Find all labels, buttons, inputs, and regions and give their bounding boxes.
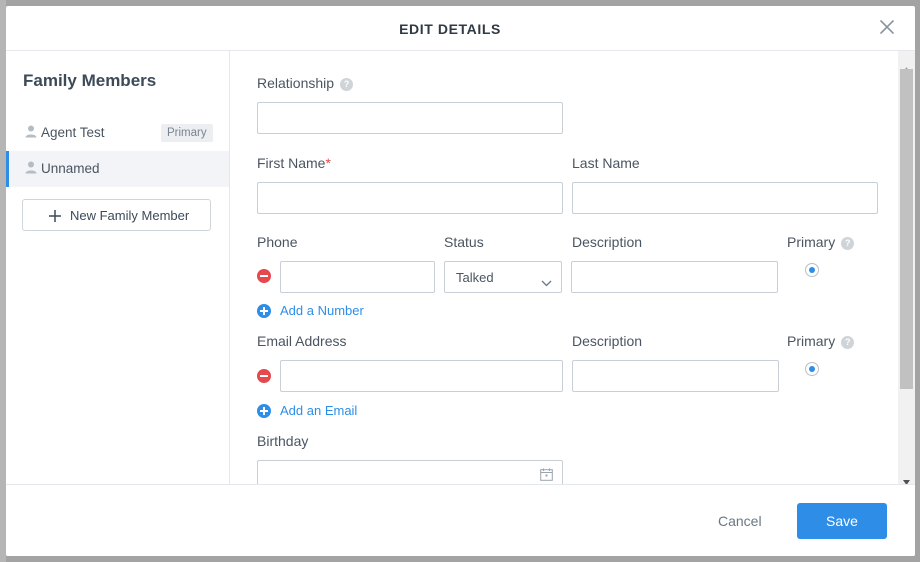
save-button[interactable]: Save [797,503,887,539]
plus-icon [49,209,61,225]
required-mark: * [325,155,331,171]
chevron-down-icon [541,274,552,290]
phone-description-label: Description [572,234,643,250]
first-name-input[interactable] [257,182,563,214]
last-name-label: Last Name [572,155,640,171]
email-label: Email Address [257,333,347,349]
phone-status-select[interactable]: Talked [444,261,562,293]
first-name-label: First Name* [257,155,331,171]
email-primary-label: Primary? [787,333,855,349]
phone-primary-label-text: Primary [787,234,836,250]
email-primary-label-text: Primary [787,333,836,349]
phone-status-label: Status [444,234,484,250]
modal-title: EDIT DETAILS [399,21,501,37]
add-email-icon[interactable] [257,404,271,418]
last-name-input[interactable] [572,182,878,214]
person-icon [25,161,37,174]
birthday-input[interactable] [257,460,563,484]
phone-primary-label: Primary? [787,234,855,250]
phone-input[interactable] [280,261,435,293]
modal-footer: Cancel Save [6,484,915,556]
email-input[interactable] [280,360,563,392]
member-name: Unnamed [41,161,100,176]
email-description-label: Description [572,333,643,349]
first-name-label-text: First Name [257,155,326,171]
remove-phone-icon[interactable] [257,269,271,283]
email-primary-radio[interactable] [805,362,819,376]
birthday-label: Birthday [257,433,309,449]
remove-email-icon[interactable] [257,369,271,383]
primary-badge: Primary [161,124,213,142]
new-family-member-button[interactable]: New Family Member [22,199,211,231]
scrollbar-thumb[interactable] [900,69,913,389]
add-number-link[interactable]: Add a Number [280,303,364,318]
add-number-icon[interactable] [257,304,271,318]
phone-label: Phone [257,234,298,250]
email-description-input[interactable] [572,360,779,392]
add-email-link[interactable]: Add an Email [280,403,357,418]
relationship-label: Relationship? [257,75,354,91]
member-item-agent-test[interactable]: Agent Test Primary [6,115,229,151]
member-item-unnamed[interactable]: Unnamed [6,151,229,187]
birthday-field [257,460,563,484]
phone-status-value: Talked [456,270,494,285]
help-icon[interactable]: ? [841,237,855,250]
member-name: Agent Test [41,125,105,140]
phone-description-input[interactable] [571,261,778,293]
person-icon [25,125,37,138]
help-icon[interactable]: ? [841,336,855,349]
details-form: Relationship? First Name* Last Name Phon… [230,51,900,484]
new-family-member-label: New Family Member [70,208,190,223]
radio-selected-dot [809,366,815,372]
cancel-button[interactable]: Cancel [718,513,762,529]
calendar-icon[interactable] [540,468,553,484]
close-icon[interactable] [878,18,896,36]
relationship-label-text: Relationship [257,75,335,91]
modal-header: EDIT DETAILS [6,6,915,51]
form-scrollbar[interactable] [898,51,915,485]
family-members-sidebar: Family Members Agent Test Primary Unname… [6,51,230,484]
phone-primary-radio[interactable] [805,263,819,277]
help-icon[interactable]: ? [340,78,354,91]
relationship-input[interactable] [257,102,563,134]
radio-selected-dot [809,267,815,273]
edit-details-modal: EDIT DETAILS Family Members Agent Test P… [6,6,915,556]
sidebar-title: Family Members [23,71,157,90]
